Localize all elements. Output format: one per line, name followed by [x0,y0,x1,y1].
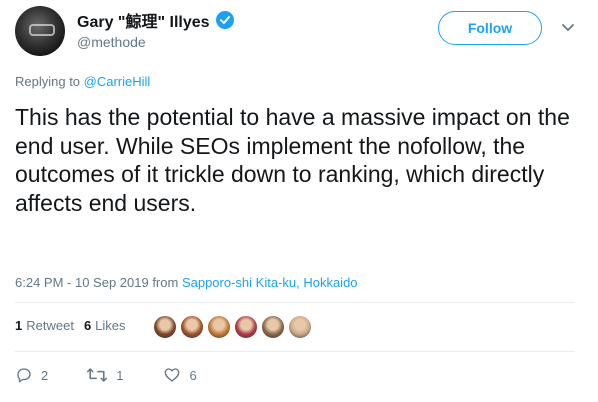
verified-badge-icon [215,11,234,29]
liker-avatar[interactable] [288,315,312,339]
replying-to-line: Replying to @CarrieHill [15,74,150,89]
tweet-text: This has the potential to have a massive… [15,104,570,216]
liker-avatars [153,315,312,339]
author-handle[interactable]: @methode [77,34,146,50]
tweet-timestamp[interactable]: 6:24 PM - 10 Sep 2019 [15,275,149,290]
like-action[interactable]: 6 [163,366,197,384]
liker-avatar[interactable] [207,315,231,339]
divider-top [15,302,575,303]
liker-avatar[interactable] [234,315,258,339]
like-count: 6 [189,367,197,383]
liker-avatar[interactable] [180,315,204,339]
author-avatar[interactable] [15,6,65,56]
tweet-stats: 1 Retweet 6 Likes [15,318,136,333]
retweet-count: 1 [116,367,124,383]
reply-count: 2 [41,367,49,383]
tweet-actions: 2 1 6 [15,366,197,384]
retweet-stat[interactable]: 1 Retweet [15,318,74,333]
likes-stat-label: Likes [95,318,126,333]
chevron-down-icon[interactable] [561,20,575,34]
retweet-action[interactable]: 1 [86,366,123,384]
author-name[interactable]: Gary "鯨理" Illyes [77,8,210,32]
follow-button[interactable]: Follow [438,11,542,45]
author-name-row[interactable]: Gary "鯨理" Illyes [77,8,234,32]
likes-stat[interactable]: 6 Likes [84,318,126,333]
retweet-stat-label: Retweet [26,318,74,333]
tweet-meta: 6:24 PM - 10 Sep 2019 from Sapporo-shi K… [15,275,358,290]
likes-stat-count: 6 [83,318,92,333]
location-prefix: from [148,275,182,290]
divider-bottom [15,351,575,352]
retweet-icon [87,368,108,382]
heart-icon [165,368,180,382]
location-link[interactable]: Sapporo-shi Kita-ku, Hokkaido [182,275,358,290]
avatar-glasses [29,24,55,36]
reply-action[interactable]: 2 [15,366,48,384]
retweet-stat-count: 1 [15,318,23,333]
reply-icon [17,368,31,383]
liker-avatar[interactable] [261,315,285,339]
replying-to-user-link[interactable]: @CarrieHill [84,74,151,89]
replying-to-prefix: Replying to [15,74,84,89]
liker-avatar[interactable] [153,315,177,339]
